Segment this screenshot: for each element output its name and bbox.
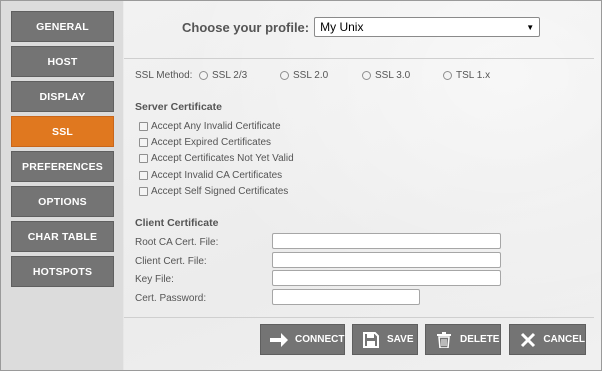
save-label: SAVE	[387, 334, 414, 345]
sidebar-item-ssl[interactable]: SSL	[11, 116, 114, 147]
radio-button[interactable]	[362, 71, 371, 80]
check-accept-invalid-ca[interactable]: Accept Invalid CA Certificates	[139, 170, 282, 181]
client-cert-label: Client Cert. File:	[135, 256, 207, 267]
checkbox[interactable]	[139, 187, 148, 196]
key-file-label: Key File:	[135, 274, 174, 285]
sidebar-item-preferences[interactable]: PREFERENCES	[11, 151, 114, 182]
server-certificate-title: Server Certificate	[135, 101, 222, 113]
chevron-down-icon: ▼	[526, 22, 535, 32]
settings-window: GENERAL HOST DISPLAY SSL PREFERENCES OPT…	[0, 0, 602, 371]
checkbox-label: Accept Certificates Not Yet Valid	[151, 153, 294, 164]
divider	[124, 58, 594, 59]
checkbox[interactable]	[139, 171, 148, 180]
sidebar-item-host[interactable]: HOST	[11, 46, 114, 77]
cert-password-label: Cert. Password:	[135, 293, 207, 304]
radio-label: SSL 2/3	[212, 70, 248, 81]
ssl-option-ssl23[interactable]: SSL 2/3	[199, 70, 247, 81]
ssl-option-ssl30[interactable]: SSL 3.0	[362, 70, 410, 81]
checkbox[interactable]	[139, 122, 148, 131]
delete-label: DELETE	[460, 334, 500, 345]
radio-button[interactable]	[199, 71, 208, 80]
ssl-method-label: SSL Method:	[135, 70, 193, 81]
sidebar-item-char-table[interactable]: CHAR TABLE	[11, 221, 114, 252]
checkbox[interactable]	[139, 154, 148, 163]
key-file-input[interactable]	[272, 270, 501, 286]
sidebar-item-options[interactable]: OPTIONS	[11, 186, 114, 217]
radio-label: TSL 1.x	[456, 70, 491, 81]
profile-select[interactable]: My Unix ▼	[314, 17, 541, 37]
save-button[interactable]: SAVE	[352, 324, 418, 355]
check-accept-self-signed[interactable]: Accept Self Signed Certificates	[139, 186, 288, 197]
checkbox-label: Accept Expired Certificates	[151, 137, 272, 148]
connect-label: CONNECT	[295, 334, 345, 345]
radio-label: SSL 2.0	[293, 70, 329, 81]
sidebar: GENERAL HOST DISPLAY SSL PREFERENCES OPT…	[1, 1, 123, 370]
divider	[124, 317, 594, 318]
ssl-option-ssl20[interactable]: SSL 2.0	[280, 70, 328, 81]
checkbox[interactable]	[139, 138, 148, 147]
checkbox-label: Accept Any Invalid Certificate	[151, 121, 281, 132]
sidebar-item-hotspots[interactable]: HOTSPOTS	[11, 256, 114, 287]
radio-button[interactable]	[280, 71, 289, 80]
ssl-option-tsl1x[interactable]: TSL 1.x	[443, 70, 490, 81]
arrow-right-icon	[269, 330, 289, 350]
cancel-button[interactable]: CANCEL	[509, 324, 586, 355]
close-icon	[518, 330, 537, 350]
profile-row: Choose your profile: My Unix ▼	[182, 17, 541, 37]
cancel-label: CANCEL	[543, 334, 585, 345]
cert-password-input[interactable]	[272, 289, 420, 305]
profile-selected-value: My Unix	[320, 20, 364, 34]
floppy-disk-icon	[361, 330, 381, 350]
sidebar-item-display[interactable]: DISPLAY	[11, 81, 114, 112]
client-certificate-title: Client Certificate	[135, 217, 219, 229]
connect-button[interactable]: CONNECT	[260, 324, 345, 355]
radio-label: SSL 3.0	[375, 70, 411, 81]
sidebar-item-general[interactable]: GENERAL	[11, 11, 114, 42]
profile-label: Choose your profile:	[182, 19, 310, 35]
check-accept-not-yet-valid[interactable]: Accept Certificates Not Yet Valid	[139, 153, 294, 164]
root-ca-label: Root CA Cert. File:	[135, 237, 219, 248]
root-ca-file-input[interactable]	[272, 233, 501, 249]
ssl-settings-panel: Choose your profile: My Unix ▼ SSL Metho…	[124, 1, 601, 370]
checkbox-label: Accept Invalid CA Certificates	[151, 170, 283, 181]
trash-icon	[434, 330, 454, 350]
checkbox-label: Accept Self Signed Certificates	[151, 186, 289, 197]
client-cert-file-input[interactable]	[272, 252, 501, 268]
check-accept-any-invalid[interactable]: Accept Any Invalid Certificate	[139, 121, 281, 132]
delete-button[interactable]: DELETE	[425, 324, 501, 355]
check-accept-expired[interactable]: Accept Expired Certificates	[139, 137, 271, 148]
radio-button[interactable]	[443, 71, 452, 80]
